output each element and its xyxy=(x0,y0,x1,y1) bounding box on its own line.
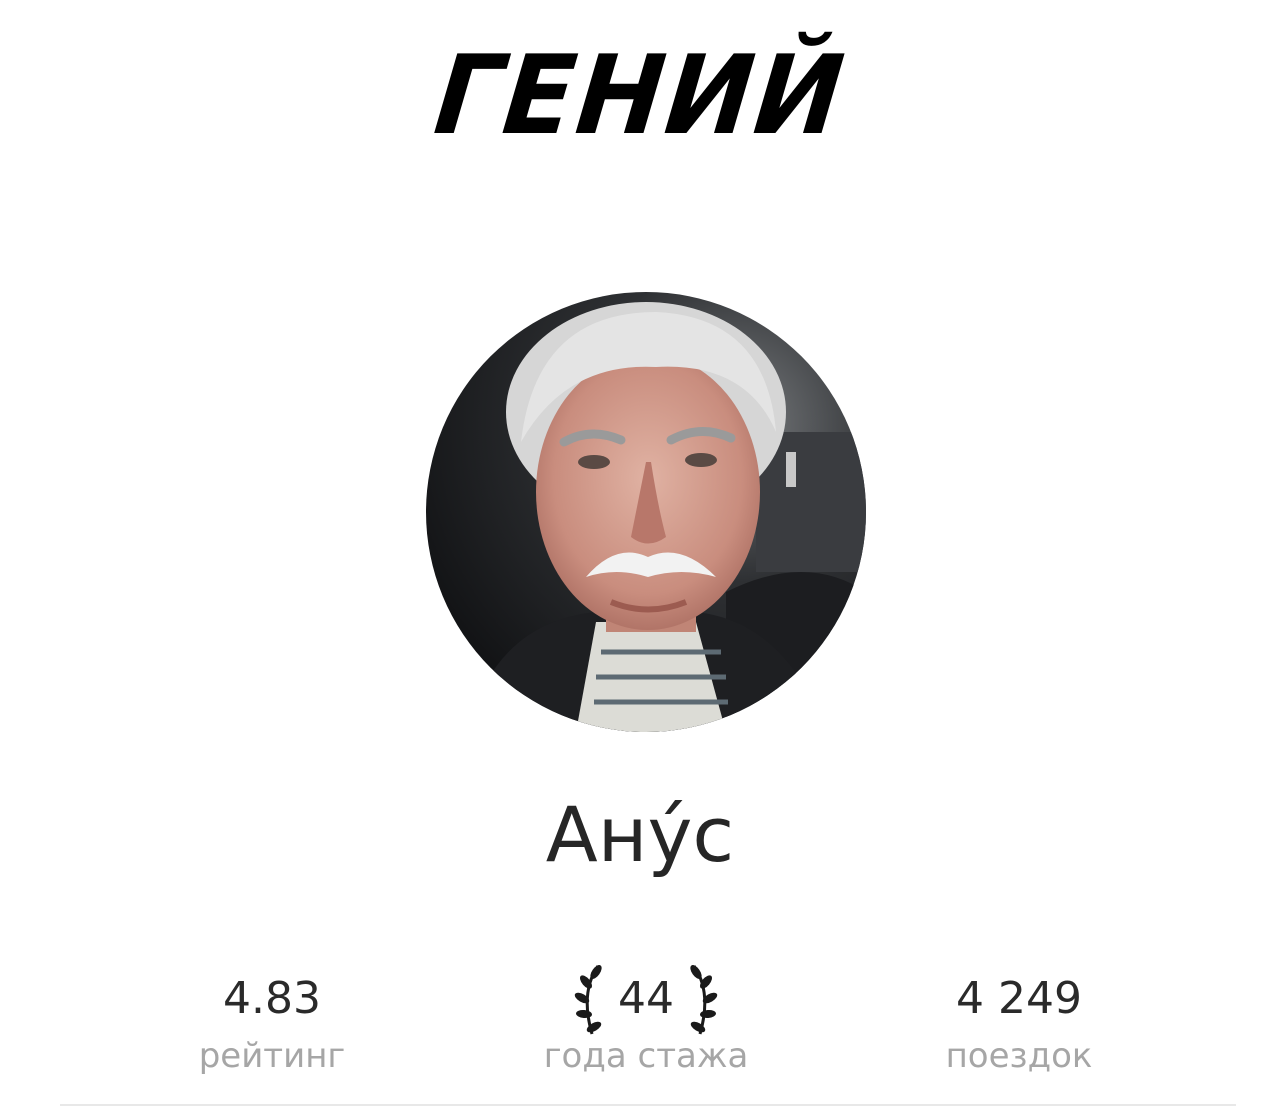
laurel-wreath-icon xyxy=(574,965,602,1035)
header-banner: ГЕНИЙ xyxy=(0,30,1280,160)
stats-row: 4.83 рейтинг 44 года стажа 4 249 поездок xyxy=(0,965,1280,1080)
experience-badge: 44 xyxy=(574,965,718,1035)
trips-label: поездок xyxy=(945,1036,1093,1076)
avatar xyxy=(426,292,866,732)
driver-name: Ану́с xyxy=(545,790,735,879)
divider xyxy=(60,1104,1236,1106)
rating-label: рейтинг xyxy=(198,1036,346,1076)
stat-trips: 4 249 поездок xyxy=(869,970,1169,1076)
driver-photo-icon xyxy=(426,292,866,732)
laurel-wreath-icon xyxy=(690,965,718,1035)
experience-value: 44 xyxy=(618,973,674,1024)
rating-value: 4.83 xyxy=(223,973,321,1024)
stat-experience: 44 года стажа xyxy=(496,965,796,1076)
experience-label: года стажа xyxy=(543,1036,749,1076)
trips-value: 4 249 xyxy=(956,973,1082,1024)
stat-rating: 4.83 рейтинг xyxy=(122,970,422,1076)
page-title: ГЕНИЙ xyxy=(429,30,851,160)
